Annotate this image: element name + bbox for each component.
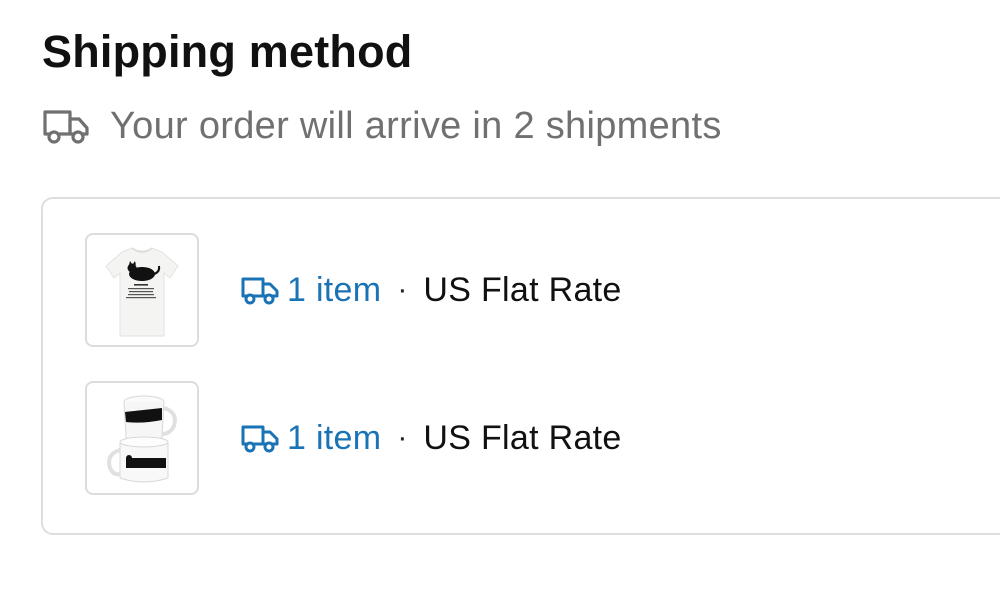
items-count-link[interactable]: 1 item [287, 271, 381, 310]
product-thumbnail-tshirt [85, 233, 199, 347]
truck-icon [241, 274, 279, 306]
separator-dot: · [397, 421, 408, 454]
items-count-link[interactable]: 1 item [287, 419, 381, 458]
shipping-rate-label: US Flat Rate [423, 270, 622, 309]
shipment-details: 1 item · US Flat Rate [241, 419, 622, 458]
truck-icon [42, 106, 90, 146]
product-thumbnail-mug [85, 381, 199, 495]
shipment-summary: Your order will arrive in 2 shipments [42, 98, 722, 154]
shipment-row: 1 item · US Flat Rate [85, 379, 622, 497]
shipping-rate-label: US Flat Rate [423, 418, 622, 457]
shipment-details: 1 item · US Flat Rate [241, 271, 622, 310]
separator-dot: · [397, 273, 408, 306]
page-title: Shipping method [42, 26, 413, 77]
shipment-count-text: Your order will arrive in 2 shipments [110, 104, 722, 147]
shipments-card: 1 item · US Flat Rate 1 item · US Flat R… [41, 197, 1000, 535]
mug-image [107, 395, 177, 483]
shipment-row: 1 item · US Flat Rate [85, 231, 622, 349]
tshirt-image [105, 247, 179, 337]
truck-icon [241, 422, 279, 454]
shipping-method-page: Shipping method Your order will arrive i… [0, 0, 1000, 593]
